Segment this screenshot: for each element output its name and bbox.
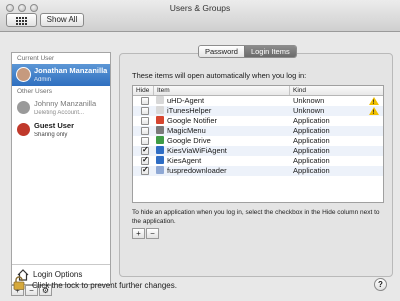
login-options-label: Login Options <box>33 270 83 279</box>
table-row[interactable]: Google Drive Application <box>133 136 383 146</box>
app-icon <box>156 156 164 164</box>
user-row-jonathan[interactable]: Jonathan Manzanilla Admin <box>12 64 110 86</box>
table-row[interactable]: KiesViaWiFiAgent Application <box>133 145 383 156</box>
warning-icon <box>369 97 379 108</box>
user-name: Guest User <box>34 121 75 130</box>
window-titlebar: Users & Groups Show All <box>0 0 400 32</box>
user-name: Johnny Manzanilla <box>34 99 97 108</box>
lock-status-text: Click the lock to prevent further change… <box>32 281 177 290</box>
hide-checkbox[interactable] <box>141 117 149 125</box>
hide-checkbox[interactable] <box>141 145 149 155</box>
show-all-button[interactable]: Show All <box>40 13 84 27</box>
hide-cell <box>133 106 154 116</box>
user-name: Jonathan Manzanilla <box>34 66 108 75</box>
avatar <box>16 67 31 82</box>
login-items-table: Hide Item Kind uHD-AgentUnknowniTunesHel… <box>132 85 384 203</box>
app-icon <box>156 136 164 144</box>
remove-login-item-button[interactable]: − <box>146 228 159 239</box>
hide-checkbox[interactable] <box>141 127 149 135</box>
kind-cell: Application <box>293 136 330 145</box>
hide-checkbox[interactable] <box>141 155 149 165</box>
user-role: Admin <box>34 77 52 83</box>
hide-cell <box>133 96 154 106</box>
window-title: Users & Groups <box>169 3 231 13</box>
hide-cell <box>133 126 154 136</box>
app-icon <box>156 126 164 134</box>
item-cell: uHD-Agent <box>154 96 290 106</box>
item-cell: KiesViaWiFiAgent <box>154 146 290 156</box>
table-row[interactable]: uHD-Agent Unknown <box>133 96 383 108</box>
app-icon <box>156 146 164 154</box>
kind-cell: Application <box>293 146 330 155</box>
app-icon <box>156 106 164 114</box>
item-name: Google Notifier <box>167 116 218 125</box>
app-icon <box>156 166 164 174</box>
column-kind[interactable]: Kind <box>290 86 383 95</box>
current-user-header: Current User <box>17 55 55 62</box>
table-row[interactable]: iTunesHelper Unknown <box>133 106 383 118</box>
hide-cell <box>133 116 154 126</box>
tab-password[interactable]: Password <box>199 46 244 57</box>
help-button[interactable]: ? <box>374 278 387 291</box>
avatar <box>16 100 31 115</box>
hide-checkbox[interactable] <box>141 137 149 145</box>
tab-login-items[interactable]: Login Items <box>243 46 296 57</box>
table-row[interactable]: KiesAgent Application <box>133 155 383 166</box>
column-hide[interactable]: Hide <box>133 86 154 95</box>
hide-checkbox[interactable] <box>141 97 149 105</box>
item-name: iTunesHelper <box>167 106 212 115</box>
item-name: KiesViaWiFiAgent <box>167 146 227 155</box>
user-row-guest[interactable]: Guest User Sharing only <box>12 119 110 141</box>
user-row-johnny[interactable]: Johnny Manzanilla Deleting Account... <box>12 97 110 119</box>
warning-icon <box>369 107 379 118</box>
item-name: uHD-Agent <box>167 96 205 105</box>
kind-cell: Application <box>293 116 330 125</box>
hide-hint-text: To hide an application when you log in, … <box>132 209 380 225</box>
other-users-header: Other Users <box>17 88 53 95</box>
kind-cell: Application <box>293 166 330 175</box>
column-item[interactable]: Item <box>154 86 290 95</box>
lock-icon[interactable] <box>13 276 25 290</box>
avatar <box>16 122 31 137</box>
hide-checkbox[interactable] <box>141 165 149 175</box>
item-name: fuspredownloader <box>167 166 227 175</box>
hide-cell <box>133 165 154 176</box>
item-cell: iTunesHelper <box>154 106 290 116</box>
item-cell: Google Drive <box>154 136 290 146</box>
table-row[interactable]: MagicMenu Application <box>133 126 383 136</box>
grid-icon <box>16 16 27 25</box>
show-all-grid-button[interactable] <box>6 13 37 27</box>
login-items-intro: These items will open automatically when… <box>132 71 307 80</box>
item-cell: MagicMenu <box>154 126 290 136</box>
kind-cell: Application <box>293 126 330 135</box>
item-cell: Google Notifier <box>154 116 290 126</box>
tab-bar: Password Login Items <box>198 45 297 58</box>
table-row[interactable]: fuspredownloader Application <box>133 165 383 176</box>
login-items-toolbar: + − <box>132 228 160 239</box>
user-role: Deleting Account... <box>34 110 85 116</box>
kind-cell: Application <box>293 156 330 165</box>
item-cell: fuspredownloader <box>154 166 290 176</box>
item-name: Google Drive <box>167 136 211 145</box>
user-role: Sharing only <box>34 132 68 138</box>
app-icon <box>156 116 164 124</box>
app-icon <box>156 96 164 104</box>
table-row[interactable]: Google Notifier Application <box>133 116 383 126</box>
item-name: KiesAgent <box>167 156 202 165</box>
table-header: Hide Item Kind <box>133 86 383 96</box>
users-list: Current User Jonathan Manzanilla Admin O… <box>11 52 111 285</box>
item-cell: KiesAgent <box>154 156 290 166</box>
hide-checkbox[interactable] <box>141 107 149 115</box>
item-name: MagicMenu <box>167 126 206 135</box>
add-login-item-button[interactable]: + <box>132 228 145 239</box>
